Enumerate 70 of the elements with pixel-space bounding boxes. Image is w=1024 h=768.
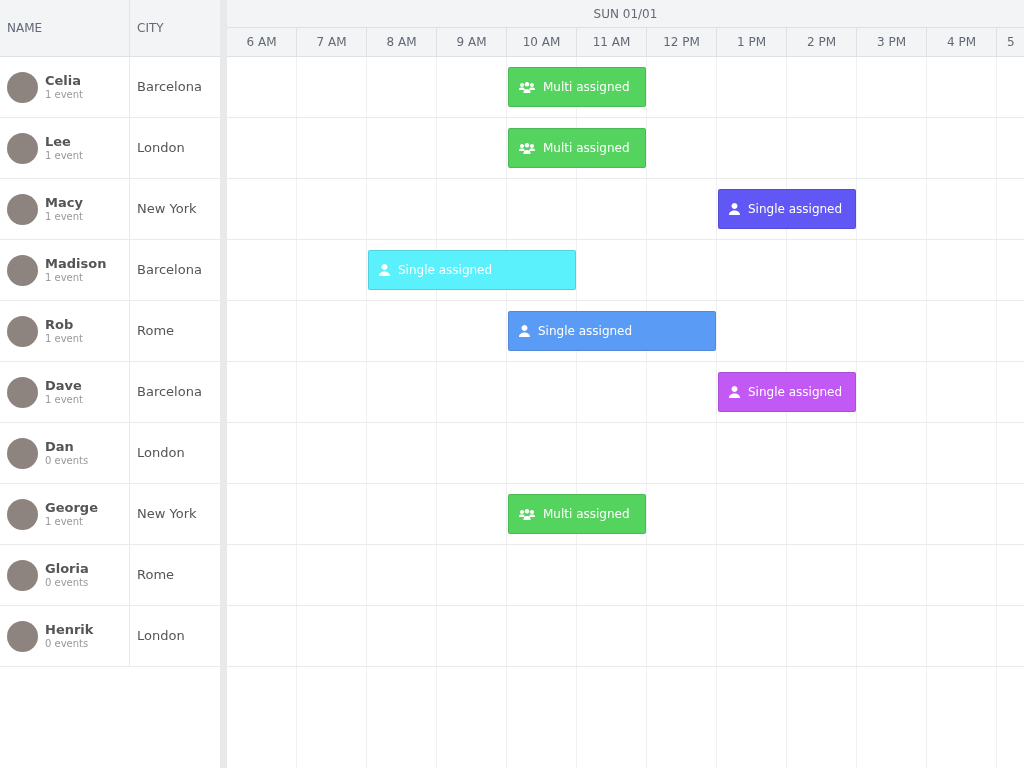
resource-name: Madison [45, 255, 107, 272]
city-text: Rome [137, 566, 175, 585]
avatar-placeholder [7, 559, 38, 591]
hour-header: 12 PM [647, 28, 717, 56]
city-text: London [137, 444, 185, 463]
event-count: 1 event [45, 210, 84, 224]
avatar-placeholder [7, 71, 38, 103]
hour-header: 7 AM [297, 28, 367, 56]
avatar-placeholder [7, 498, 38, 530]
event-bar[interactable]: Single assigned [718, 189, 856, 229]
person-icon [729, 203, 740, 215]
city-text: London [137, 627, 185, 646]
city-text: Barcelona [137, 78, 202, 97]
hour-header: 1 PM [717, 28, 787, 56]
group-icon [519, 508, 535, 520]
event-bar[interactable]: Single assigned [368, 250, 576, 290]
event-bar[interactable]: Single assigned [508, 311, 716, 351]
avatar-placeholder [7, 376, 38, 408]
event-count: 0 events [45, 576, 89, 590]
event-count: 1 event [45, 393, 84, 407]
date-header: SUN 01/01 [227, 0, 1024, 28]
hour-header: 5 [1006, 34, 1016, 51]
city-text: London [137, 139, 185, 158]
person-icon [729, 386, 740, 398]
column-header: CITY [136, 20, 165, 37]
column-header: NAME [0, 0, 130, 56]
event-bar[interactable]: Multi assigned [508, 128, 646, 168]
resource-name: Dave [45, 377, 83, 394]
event-bar[interactable]: Single assigned [718, 372, 856, 412]
event-count: 1 event [45, 271, 85, 285]
event-count: 1 event [45, 515, 85, 529]
avatar-placeholder [7, 254, 38, 286]
hour-header: 10 AM [507, 28, 577, 56]
city-text: Barcelona [137, 383, 202, 402]
event-count: 1 event [45, 88, 84, 102]
event-bar[interactable]: Multi assigned [508, 494, 646, 534]
resource-name: Celia [45, 72, 83, 89]
resource-name: Lee [45, 133, 72, 150]
person-icon [379, 264, 390, 276]
resource-name: Macy [45, 194, 84, 211]
event-bar[interactable]: Multi assigned [508, 67, 646, 107]
event-count: 1 event [45, 332, 84, 346]
hour-header: 11 AM [577, 28, 647, 56]
hour-header: 3 PM [857, 28, 927, 56]
avatar-placeholder [7, 132, 38, 164]
group-icon [519, 142, 535, 154]
event-count: 0 events [45, 637, 90, 651]
event-count: 1 event [45, 149, 84, 163]
hour-header: 8 AM [367, 28, 437, 56]
hour-header: 9 AM [437, 28, 507, 56]
hour-header: 2 PM [787, 28, 857, 56]
resource-name: Henrik [45, 621, 94, 638]
city-text: Rome [137, 322, 175, 341]
resource-name: Gloria [45, 560, 89, 577]
avatar-placeholder [7, 315, 38, 347]
hour-header: 4 PM [927, 28, 997, 56]
city-text: New York [137, 200, 197, 219]
event-count: 0 events [45, 454, 89, 468]
person-icon [519, 325, 530, 337]
resource-name: Rob [45, 316, 75, 333]
panel-splitter[interactable] [220, 0, 227, 768]
city-text: Barcelona [137, 261, 202, 280]
resource-name: Dan [45, 438, 75, 455]
avatar-placeholder [7, 620, 38, 652]
city-text: New York [137, 505, 197, 524]
hour-header: 6 AM [227, 28, 297, 56]
avatar-placeholder [7, 193, 38, 225]
resource-name: George [45, 499, 98, 516]
avatar-placeholder [7, 437, 38, 469]
group-icon [519, 81, 535, 93]
